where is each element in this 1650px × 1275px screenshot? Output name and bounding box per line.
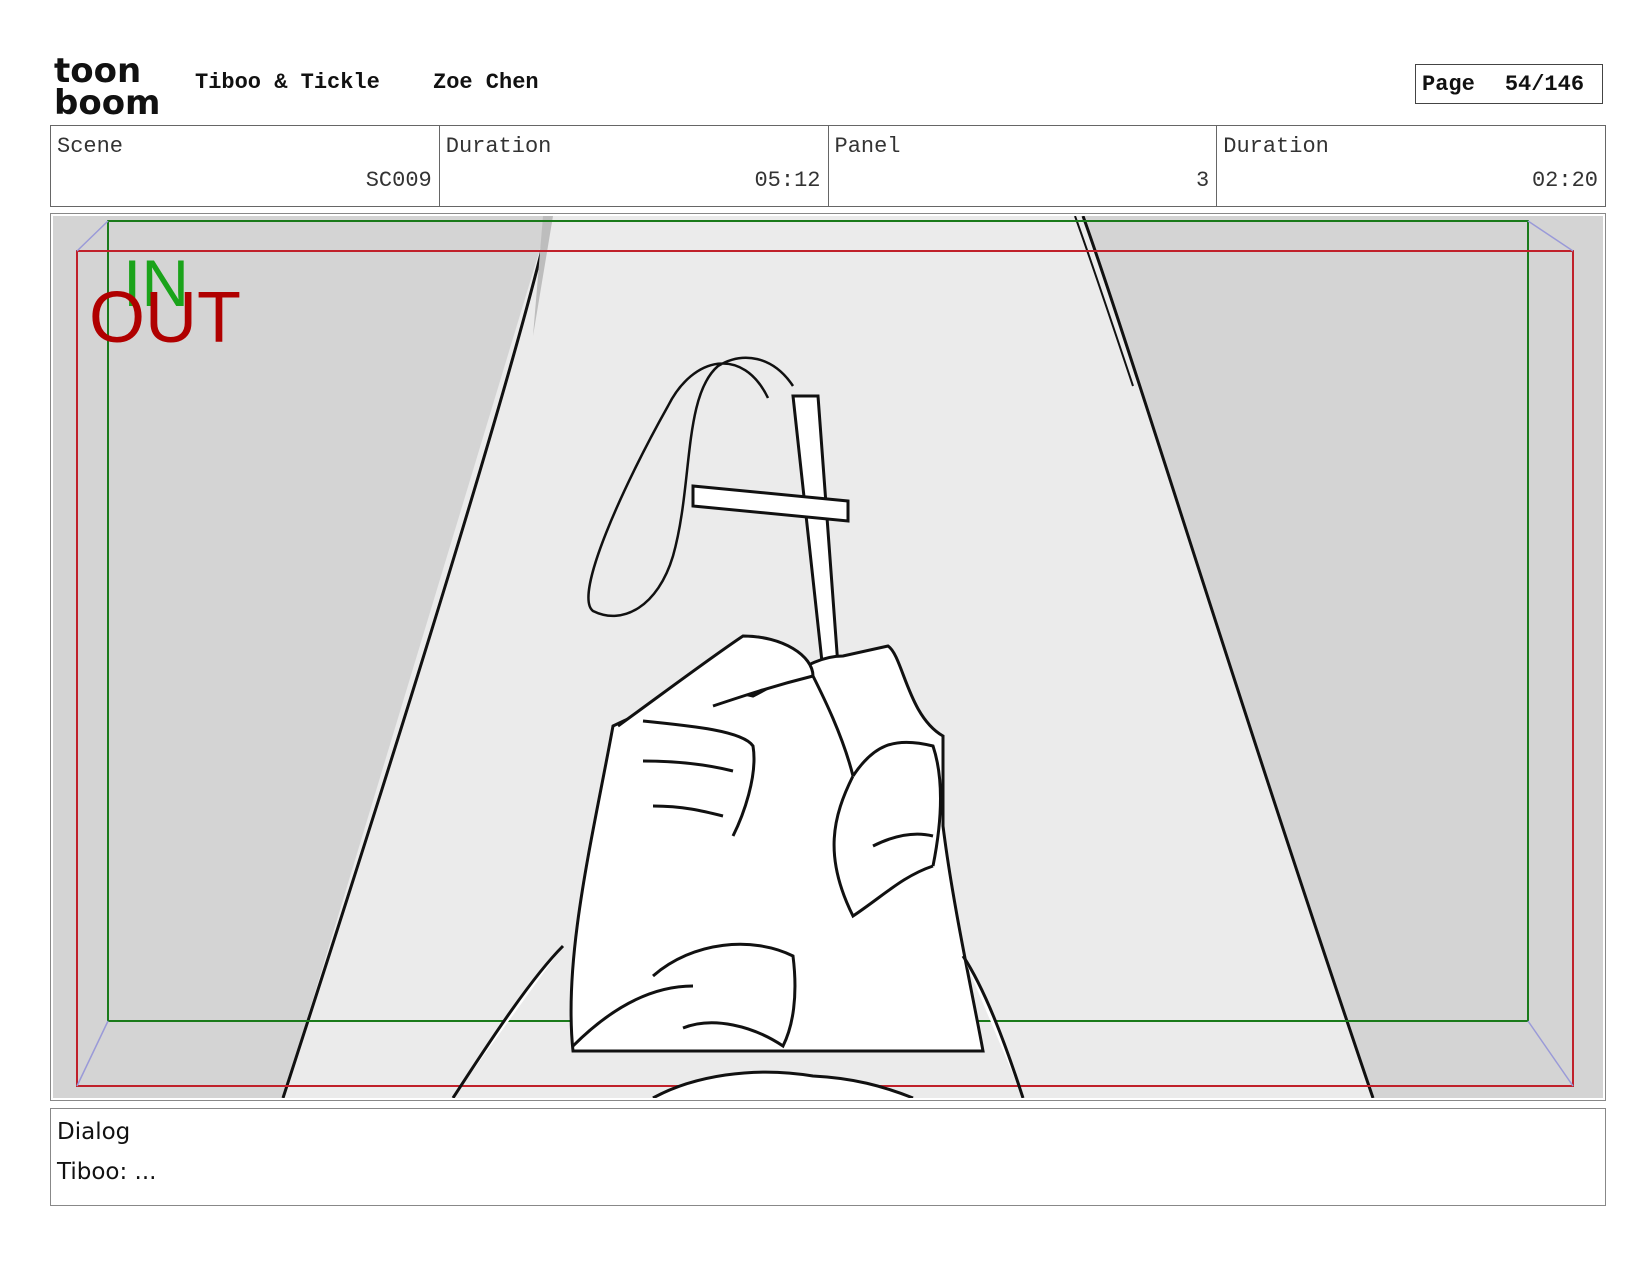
- page-label: Page: [1422, 71, 1475, 97]
- panel-duration-label: Duration: [1223, 134, 1329, 159]
- panel-info-table: Scene SC009 Duration 05:12 Panel 3 Durat…: [50, 125, 1606, 207]
- scene-value: SC009: [365, 168, 432, 193]
- panel-cell: Panel 3: [829, 126, 1218, 206]
- storyboard-panel: IN OUT: [50, 213, 1606, 1101]
- logo-bottom-text: boom: [54, 83, 160, 118]
- page-indicator: Page 54/146: [1415, 64, 1603, 104]
- scene-cell: Scene SC009: [51, 126, 440, 206]
- dialog-box: Dialog Tiboo: ...: [50, 1108, 1606, 1206]
- scene-duration-value: 05:12: [754, 168, 821, 193]
- scene-duration-label: Duration: [445, 134, 552, 159]
- dialog-label: Dialog: [57, 1119, 131, 1145]
- scene-label: Scene: [57, 134, 124, 159]
- panel-drawing: IN OUT: [53, 216, 1603, 1098]
- panel-duration-value: 02:20: [1531, 168, 1598, 193]
- panel-value: 3: [1196, 168, 1210, 193]
- panel-duration-cell: Duration 02:20: [1217, 126, 1605, 206]
- scene-duration-cell: Duration 05:12: [440, 126, 829, 206]
- author-name: Zoe Chen: [433, 70, 539, 95]
- page-number: 54/146: [1504, 71, 1585, 97]
- out-label: OUT: [89, 278, 241, 358]
- panel-label: Panel: [834, 134, 901, 159]
- dialog-text: Tiboo: ...: [57, 1159, 157, 1185]
- project-title: Tiboo & Tickle: [195, 70, 380, 95]
- toon-boom-logo: toon boom: [54, 52, 160, 118]
